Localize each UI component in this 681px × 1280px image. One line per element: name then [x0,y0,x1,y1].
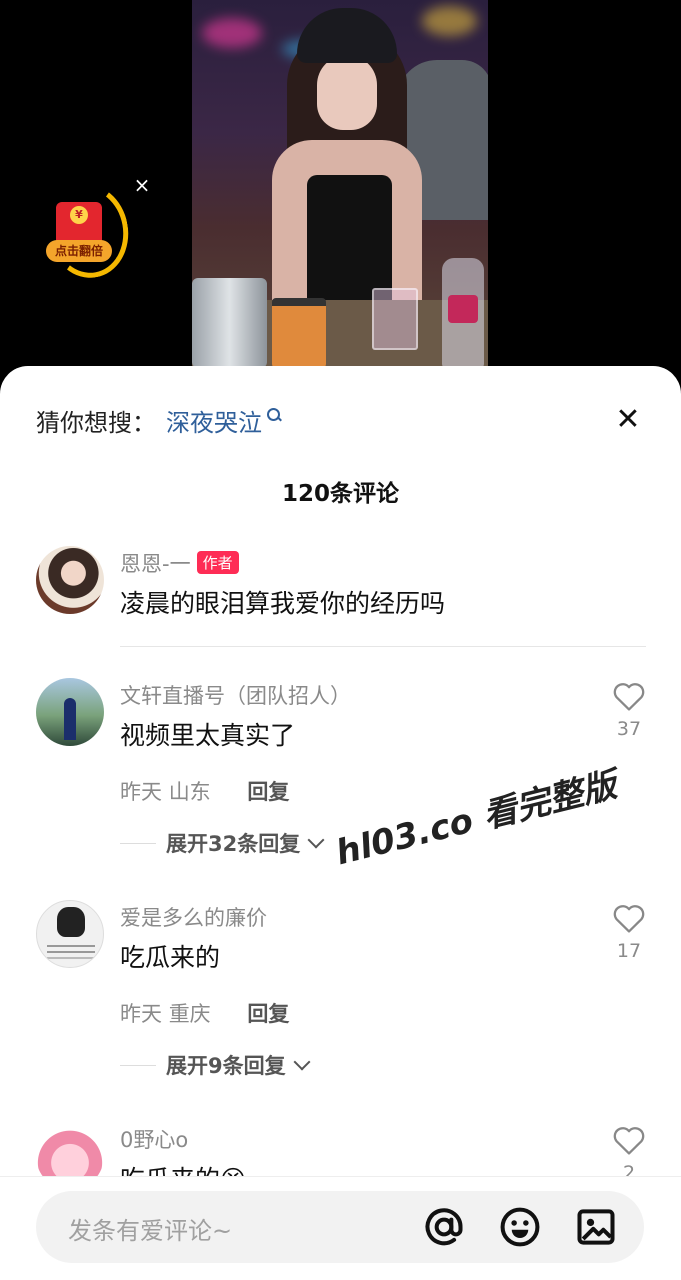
expand-line [120,842,156,844]
avatar[interactable] [36,546,104,614]
author-badge: 作者 [196,551,239,574]
reply-button[interactable]: 回复 [247,1002,289,1026]
red-envelope-widget[interactable]: ¥ 点击翻倍 [40,177,136,285]
expand-replies-button[interactable]: 展开9条回复 [120,1050,311,1080]
neon-light [202,18,262,48]
comment-item: 恩恩-一 作者 凌晨的眼泪算我爱你的经历吗 [0,546,681,636]
comment-username[interactable]: 恩恩-一 作者 [120,548,239,578]
comment-meta: 昨天 山东 回复 [120,776,289,806]
comment-count: 120条评论 [281,481,399,507]
heart-icon[interactable] [612,1124,646,1156]
heart-icon[interactable] [612,902,646,934]
neon-light [422,6,477,36]
image-icon[interactable] [574,1205,618,1249]
bottle-label [448,295,478,323]
heart-icon[interactable] [612,680,646,712]
comment-input-bar: 发条有爱评论~ [0,1176,681,1280]
comment-location: 重庆 [168,1002,211,1026]
comment-username[interactable]: 文轩直播号（团队招人） [120,680,351,710]
coin-icon: ¥ [70,206,88,224]
username-text: 恩恩-一 [120,552,191,576]
comment-time: 昨天 [120,780,162,804]
comment-input[interactable]: 发条有爱评论~ [36,1191,644,1263]
person-face [317,55,377,130]
guess-label: 猜你想搜： [36,408,156,437]
ice-bucket [192,278,267,368]
comment-text[interactable]: 凌晨的眼泪算我爱你的经历吗 [120,584,445,620]
chevron-down-icon [293,1053,311,1071]
close-icon[interactable]: × [133,174,151,196]
search-icon [267,408,281,422]
comment-meta: 昨天 重庆 回复 [120,998,289,1028]
input-placeholder: 发条有爱评论~ [68,1217,233,1245]
avatar[interactable] [36,900,104,968]
avatar[interactable] [36,678,104,746]
divider [120,646,646,647]
guess-term-link[interactable]: 深夜哭泣 [166,403,262,438]
chevron-down-icon [307,831,325,849]
comment-username[interactable]: 0野心o [120,1124,188,1154]
expand-line [120,1064,156,1066]
glass [372,288,418,350]
expand-replies-button[interactable]: 展开32条回复 [120,828,325,858]
video-frame[interactable] [192,0,488,380]
video-player[interactable]: ¥ 点击翻倍 × [0,0,681,380]
comment-text[interactable]: 吃瓜来的 [120,938,220,974]
comment-text[interactable]: 视频里太真实了 [120,716,295,752]
reply-button[interactable]: 回复 [247,780,289,804]
at-icon[interactable] [422,1205,466,1249]
expand-label: 展开32条回复 [166,832,301,856]
envelope-label: 点击翻倍 [46,240,112,262]
like-count: 17 [616,940,642,962]
guess-search-row[interactable]: 猜你想搜： 深夜哭泣 [36,402,281,438]
comment-username[interactable]: 爱是多么的廉价 [120,902,267,932]
expand-label: 展开9条回复 [166,1054,286,1078]
close-sheet-button[interactable]: ✕ [610,402,646,438]
comments-sheet: 猜你想搜： 深夜哭泣 ✕ 120条评论 恩恩-一 作者 凌晨的眼泪算我爱你的经历吗… [0,366,681,1280]
person-hat [297,8,397,63]
comment-location: 山东 [168,780,211,804]
orange-cup [272,298,326,368]
comment-time: 昨天 [120,1002,162,1026]
comment-item: 爱是多么的廉价 吃瓜来的 昨天 重庆 回复 17 展开9条回复 [0,900,681,1100]
emoji-icon[interactable] [498,1205,542,1249]
like-count: 37 [616,718,642,740]
